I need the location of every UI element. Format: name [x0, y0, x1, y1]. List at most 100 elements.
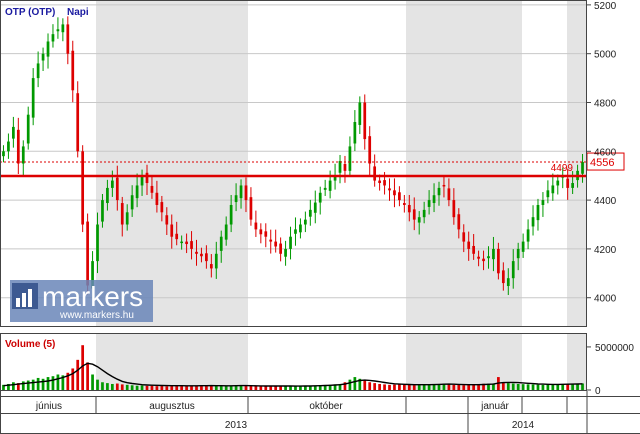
candle-body	[353, 122, 357, 144]
candle-body	[51, 34, 55, 42]
volume-bar	[229, 386, 233, 390]
candle-body	[437, 187, 441, 196]
candle-body	[358, 102, 362, 125]
volume-bar	[46, 377, 50, 390]
volume-tick-label: 0	[595, 386, 601, 397]
candle-body	[175, 233, 179, 240]
candle-body	[338, 161, 342, 173]
y-tick-label: 4400	[594, 196, 617, 207]
volume-bar	[56, 374, 60, 390]
volume-bar	[368, 382, 372, 390]
volume-bar	[115, 383, 119, 390]
volume-bar	[353, 377, 357, 390]
volume-bar	[26, 380, 30, 390]
candle-body	[36, 63, 40, 79]
candle-body	[447, 188, 451, 201]
candle-body	[398, 192, 401, 201]
candle-body	[546, 190, 550, 198]
volume-bar	[259, 386, 263, 390]
y-tick-label: 4000	[594, 294, 617, 305]
price-chart: 4499 4556 4000 4200 4400 4600 4800 5000 5200 OT…	[0, 0, 640, 434]
candle-body	[16, 129, 20, 164]
candle-body	[2, 151, 5, 157]
candle-body	[482, 258, 485, 262]
volume-bar	[76, 359, 80, 390]
volume-bar	[536, 384, 540, 390]
candle-body	[348, 146, 352, 171]
volume-bar	[531, 384, 535, 390]
candle-body	[313, 202, 317, 213]
volume-bar	[120, 384, 124, 390]
chart-title: OTP (OTP)	[5, 7, 55, 18]
volume-bar	[170, 385, 174, 390]
volume-bar	[388, 384, 391, 390]
volume-bar	[447, 384, 451, 390]
candle-body	[323, 187, 327, 190]
candle-body	[581, 162, 584, 174]
volume-bar	[254, 386, 258, 390]
volume-bar	[511, 383, 515, 390]
last-price-label: 4556	[590, 157, 614, 169]
volume-bar	[51, 376, 55, 390]
candle-body	[101, 200, 104, 222]
candle-body	[66, 24, 70, 54]
volume-bar	[506, 383, 510, 390]
candle-body	[56, 29, 60, 32]
candle-body	[492, 248, 495, 260]
candle-body	[373, 166, 377, 181]
candle-body	[209, 264, 213, 269]
volume-bar	[180, 385, 184, 390]
candle-body	[31, 78, 35, 118]
candle-body	[378, 180, 381, 184]
month-label-august: augusztus	[149, 401, 195, 412]
volume-bar	[12, 382, 15, 390]
candle-body	[12, 126, 15, 139]
candle-body	[417, 217, 421, 223]
volume-bar	[145, 385, 149, 390]
candle-body	[383, 180, 386, 186]
volume-bar	[106, 383, 109, 390]
volume-bar	[36, 377, 40, 390]
candle-body	[328, 180, 332, 191]
candle-body	[115, 177, 119, 201]
candle-body	[160, 202, 164, 213]
candle-body	[318, 192, 322, 203]
candle-body	[150, 185, 154, 193]
candle-body	[363, 102, 367, 140]
volume-bar	[457, 385, 461, 390]
candle-body	[393, 190, 396, 196]
volume-bar	[155, 386, 159, 390]
candle-body	[205, 253, 208, 262]
candle-body	[106, 187, 109, 204]
volume-bar	[467, 384, 471, 390]
volume-bar	[150, 385, 154, 390]
volume-bar	[462, 385, 466, 390]
candle-body	[462, 232, 466, 242]
volume-bar	[348, 379, 352, 390]
volume-bar	[526, 384, 530, 390]
candle-body	[511, 261, 515, 279]
candle-body	[224, 224, 228, 240]
volume-bar	[130, 385, 134, 390]
volume-bar	[140, 385, 144, 390]
candle-body	[264, 231, 268, 237]
candle-body	[388, 188, 391, 191]
candle-body	[185, 241, 188, 245]
volume-bar	[363, 380, 367, 390]
candle-body	[472, 245, 476, 254]
y-tick-label: 5000	[594, 50, 617, 61]
candle-body	[497, 248, 500, 274]
candle-body	[86, 221, 89, 286]
candle-body	[467, 241, 471, 249]
volume-bar	[393, 384, 396, 390]
candle-body	[135, 185, 139, 199]
candle-body	[130, 195, 134, 210]
volume-bar	[91, 374, 94, 390]
volume-bar	[224, 386, 228, 390]
year-label-2014: 2014	[512, 420, 535, 431]
candle-body	[412, 209, 416, 220]
volume-bar	[165, 386, 169, 390]
candle-body	[110, 180, 114, 188]
volume-bar	[398, 384, 401, 390]
candle-body	[308, 209, 312, 217]
